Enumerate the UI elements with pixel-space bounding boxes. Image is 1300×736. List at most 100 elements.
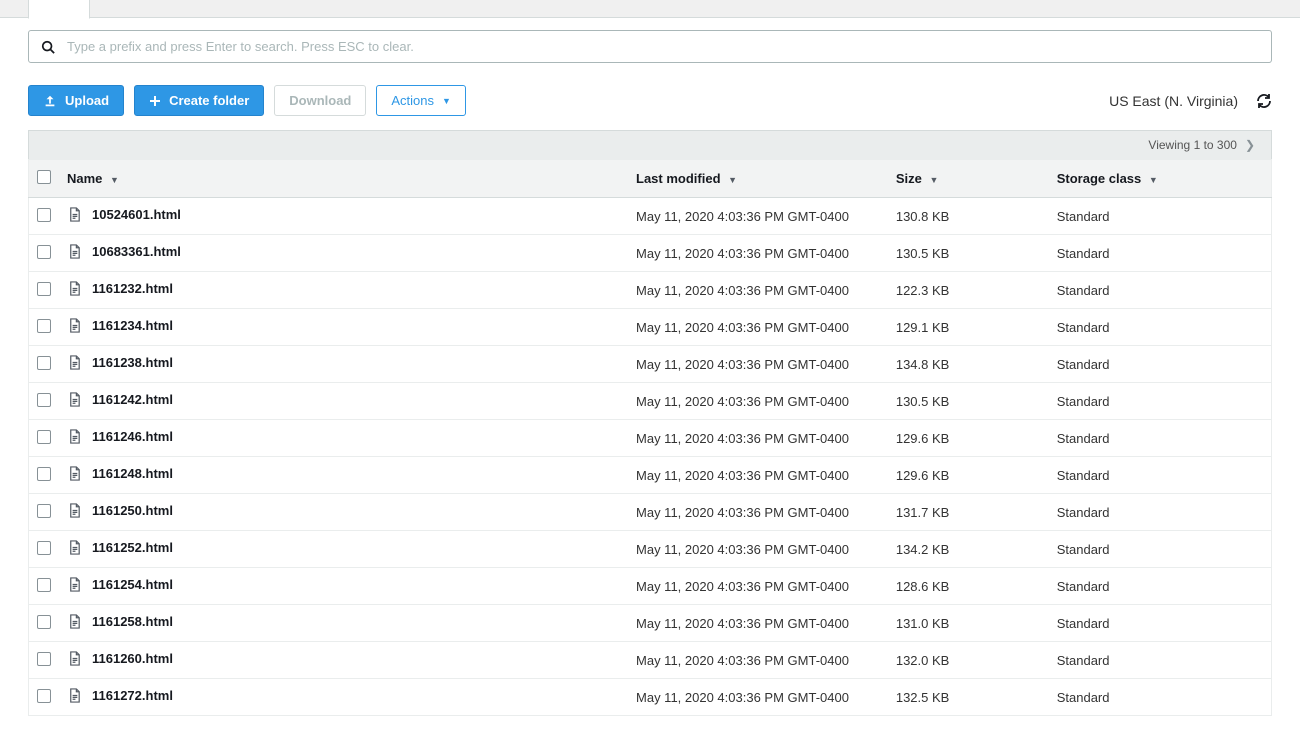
row-checkbox[interactable] — [37, 578, 51, 592]
file-icon — [67, 318, 82, 333]
row-checkbox[interactable] — [37, 652, 51, 666]
cell-size: 122.3 KB — [888, 272, 1049, 309]
file-icon — [67, 688, 82, 703]
cell-size: 134.8 KB — [888, 346, 1049, 383]
cell-storage: Standard — [1049, 383, 1272, 420]
chevron-down-icon: ▼ — [442, 96, 451, 106]
file-icon — [67, 207, 82, 222]
row-checkbox[interactable] — [37, 245, 51, 259]
row-checkbox[interactable] — [37, 393, 51, 407]
cell-size: 131.0 KB — [888, 605, 1049, 642]
file-icon — [67, 281, 82, 296]
plus-icon — [149, 95, 161, 107]
table-row[interactable]: 1161252.htmlMay 11, 2020 4:03:36 PM GMT-… — [29, 531, 1272, 568]
table-row[interactable]: 1161272.html May 11, 2020 4:03:36 PM GMT-… — [29, 679, 1272, 716]
table-row[interactable]: 1161246.html May 11, 2020 4:03:36 PM GMT-… — [29, 420, 1272, 457]
col-storage-header[interactable]: Storage class ▼ — [1049, 160, 1272, 198]
cell-modified: May 11, 2020 4:03:36 PM GMT-0400 — [628, 198, 888, 235]
search-bar[interactable] — [28, 30, 1272, 63]
file-name-label: 1161272.html — [92, 688, 173, 703]
row-checkbox[interactable] — [37, 356, 51, 370]
cell-size: 131.7 KB — [888, 494, 1049, 531]
file-name-label: 1161260.html — [92, 651, 173, 666]
cell-storage: Standard — [1049, 494, 1272, 531]
object-table: Name ▼ Last modified ▼ Size ▼ Storage cl… — [28, 159, 1272, 716]
col-storage-label: Storage class — [1057, 171, 1142, 186]
table-row[interactable]: 1161242.htmlMay 11, 2020 4:03:36 PM GMT-… — [29, 383, 1272, 420]
table-row[interactable]: 1161254.htmlMay 11, 2020 4:03:36 PM GMT-… — [29, 568, 1272, 605]
file-name-label: 10524601.html — [92, 207, 181, 222]
file-icon — [67, 651, 82, 666]
cell-size: 128.6 KB — [888, 568, 1049, 605]
file-name-label: 1161246.html — [92, 429, 173, 444]
col-size-header[interactable]: Size ▼ — [888, 160, 1049, 198]
region-label: US East (N. Virginia) — [1109, 93, 1238, 109]
cell-storage: Standard — [1049, 605, 1272, 642]
file-icon — [67, 540, 82, 555]
cell-modified: May 11, 2020 4:03:36 PM GMT-0400 — [628, 679, 888, 716]
table-row[interactable]: 1161248.htmlMay 11, 2020 4:03:36 PM GMT-… — [29, 457, 1272, 494]
table-row[interactable]: 1161250.htmlMay 11, 2020 4:03:36 PM GMT-… — [29, 494, 1272, 531]
cell-modified: May 11, 2020 4:03:36 PM GMT-0400 — [628, 494, 888, 531]
file-name-label: 1161252.html — [92, 540, 173, 555]
col-modified-label: Last modified — [636, 171, 721, 186]
col-name-label: Name — [67, 171, 102, 186]
row-checkbox[interactable] — [37, 541, 51, 555]
file-name-label: 1161232.html — [92, 281, 173, 296]
row-checkbox[interactable] — [37, 615, 51, 629]
tab-overview[interactable] — [28, 0, 90, 19]
file-icon — [67, 392, 82, 407]
search-icon — [41, 40, 55, 54]
table-row[interactable]: 1161232.htmlMay 11, 2020 4:03:36 PM GMT-… — [29, 272, 1272, 309]
cell-storage: Standard — [1049, 568, 1272, 605]
row-checkbox[interactable] — [37, 282, 51, 296]
table-row[interactable]: 10524601.html May 11, 2020 4:03:36 PM GMT… — [29, 198, 1272, 235]
table-row[interactable]: 10683361.htmlMay 11, 2020 4:03:36 PM GMT… — [29, 235, 1272, 272]
table-row[interactable]: 1161238.html May 11, 2020 4:03:36 PM GMT-… — [29, 346, 1272, 383]
row-checkbox[interactable] — [37, 504, 51, 518]
cell-size: 130.8 KB — [888, 198, 1049, 235]
table-row[interactable]: 1161234.htmlMay 11, 2020 4:03:36 PM GMT-… — [29, 309, 1272, 346]
paging-text: Viewing 1 to 300 — [1148, 138, 1237, 152]
cell-size: 130.5 KB — [888, 383, 1049, 420]
refresh-icon[interactable] — [1256, 93, 1272, 109]
cell-modified: May 11, 2020 4:03:36 PM GMT-0400 — [628, 420, 888, 457]
table-row[interactable]: 1161260.html May 11, 2020 4:03:36 PM GMT-… — [29, 642, 1272, 679]
upload-button[interactable]: Upload — [28, 85, 124, 116]
file-name-label: 1161254.html — [92, 577, 173, 592]
cell-size: 132.5 KB — [888, 679, 1049, 716]
cell-modified: May 11, 2020 4:03:36 PM GMT-0400 — [628, 346, 888, 383]
row-checkbox[interactable] — [37, 689, 51, 703]
row-checkbox[interactable] — [37, 208, 51, 222]
file-icon — [67, 577, 82, 592]
cell-size: 129.6 KB — [888, 420, 1049, 457]
search-input[interactable] — [67, 39, 1259, 54]
sort-caret-icon: ▼ — [1149, 175, 1158, 185]
file-name-label: 1161238.html — [92, 355, 173, 370]
row-checkbox[interactable] — [37, 430, 51, 444]
file-icon — [67, 614, 82, 629]
sort-caret-icon: ▼ — [110, 175, 119, 185]
cell-storage: Standard — [1049, 272, 1272, 309]
col-name-header[interactable]: Name ▼ — [59, 160, 628, 198]
cell-storage: Standard — [1049, 198, 1272, 235]
select-all-checkbox[interactable] — [37, 170, 51, 184]
cell-size: 132.0 KB — [888, 642, 1049, 679]
create-folder-label: Create folder — [169, 93, 249, 108]
next-page-icon[interactable]: ❯ — [1245, 138, 1255, 152]
actions-label: Actions — [391, 93, 434, 108]
cell-modified: May 11, 2020 4:03:36 PM GMT-0400 — [628, 457, 888, 494]
cell-size: 130.5 KB — [888, 235, 1049, 272]
create-folder-button[interactable]: Create folder — [134, 85, 264, 116]
cell-storage: Standard — [1049, 420, 1272, 457]
row-checkbox[interactable] — [37, 319, 51, 333]
actions-dropdown[interactable]: Actions ▼ — [376, 85, 466, 116]
row-checkbox[interactable] — [37, 467, 51, 481]
col-modified-header[interactable]: Last modified ▼ — [628, 160, 888, 198]
cell-storage: Standard — [1049, 346, 1272, 383]
cell-storage: Standard — [1049, 235, 1272, 272]
file-name-label: 1161234.html — [92, 318, 173, 333]
cell-modified: May 11, 2020 4:03:36 PM GMT-0400 — [628, 642, 888, 679]
table-row[interactable]: 1161258.htmlMay 11, 2020 4:03:36 PM GMT-… — [29, 605, 1272, 642]
upload-label: Upload — [65, 93, 109, 108]
